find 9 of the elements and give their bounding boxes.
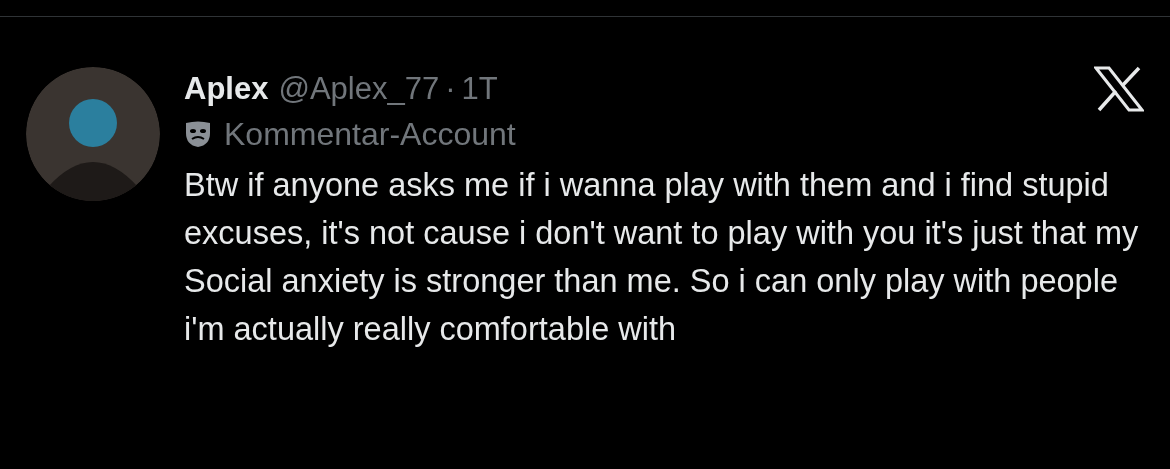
post-text: Btw if anyone asks me if i wanna play with them and i find stupid excuses, it's not cause i don't want to play with you it's just that my Social anxiety is stronger than me. So i can only play with people i'm actually really comfortable with xyxy=(184,166,1140,349)
account-label: Kommentar-Account xyxy=(224,115,516,153)
author-handle[interactable]: @Aplex_77 xyxy=(278,71,440,107)
mask-icon xyxy=(184,120,212,148)
author-name[interactable]: Aplex xyxy=(184,71,269,107)
avatar[interactable] xyxy=(26,67,160,201)
post-time[interactable]: 1T xyxy=(461,71,498,107)
cross-logo-icon xyxy=(1094,66,1144,112)
separator: · xyxy=(445,71,456,107)
